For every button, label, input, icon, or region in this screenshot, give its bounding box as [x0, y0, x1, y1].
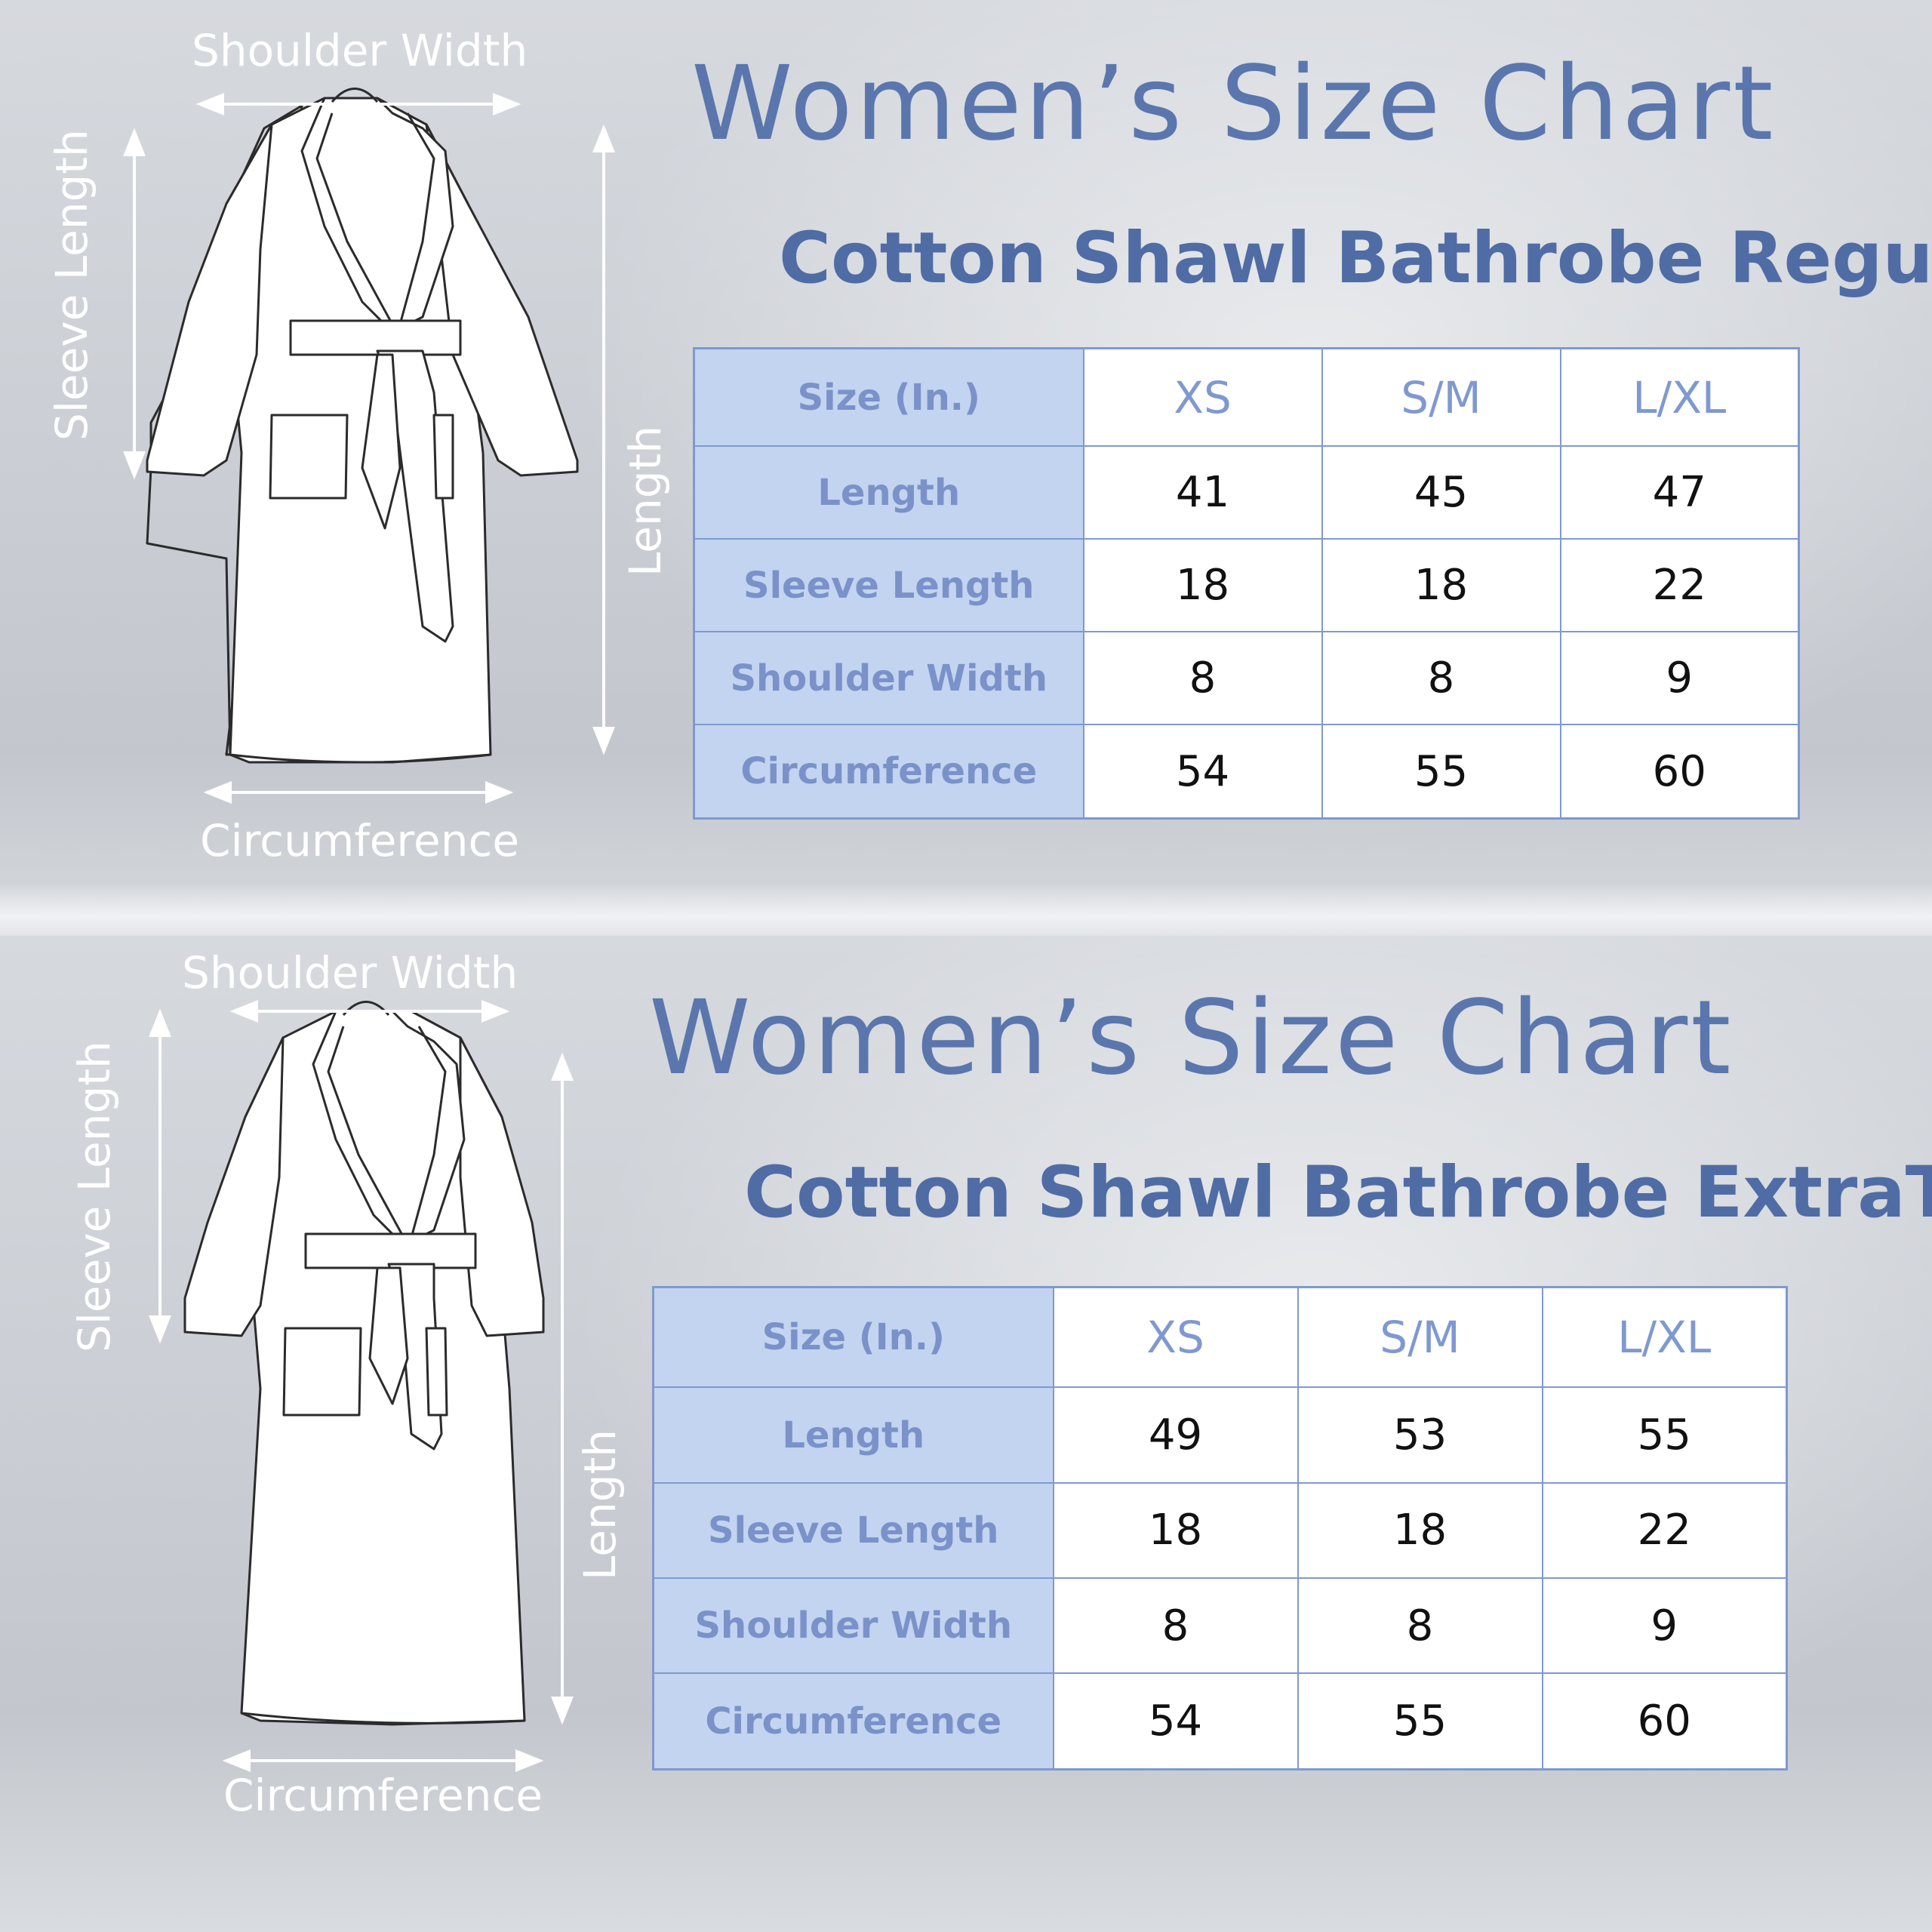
table-cell: 55	[1541, 1386, 1788, 1484]
circumference-label: Circumference	[223, 1770, 543, 1821]
column-header: L/XL	[1541, 1286, 1788, 1389]
size-table-regular: Size (In.) XS S/M L/XL Length 41 45 47 S…	[693, 347, 1800, 820]
table-cell: 47	[1559, 445, 1800, 540]
chart-title: Women’s Size Chart	[649, 979, 1734, 1098]
table-row: Length 49 53 55	[652, 1386, 1788, 1484]
table-header-row: Size (In.) XS S/M L/XL	[652, 1286, 1788, 1389]
table-row: Length 41 45 47	[693, 445, 1800, 540]
table-cell: 8	[1082, 631, 1323, 726]
row-label: Shoulder Width	[652, 1577, 1054, 1675]
table-cell: 8	[1052, 1577, 1299, 1675]
column-header: XS	[1052, 1286, 1299, 1389]
table-corner: Size (In.)	[693, 347, 1084, 448]
table-cell: 18	[1321, 538, 1561, 633]
table-row: Sleeve Length 18 18 22	[693, 538, 1800, 633]
robe-regular-diagram-icon	[123, 88, 615, 804]
row-label: Circumference	[693, 724, 1084, 820]
table-row: Shoulder Width 8 8 9	[652, 1577, 1788, 1675]
shoulder-width-label: Shoulder Width	[192, 25, 528, 76]
product-subtitle: Cotton Shawl Bathrobe Regular	[779, 217, 1932, 300]
table-cell: 8	[1321, 631, 1561, 726]
table-cell: 8	[1297, 1577, 1543, 1675]
table-cell: 54	[1052, 1672, 1299, 1770]
length-label: Length	[574, 1429, 626, 1580]
row-label: Circumference	[652, 1672, 1054, 1770]
size-chart-panel-regular: Shoulder Width Sleeve Length Length Circ…	[0, 0, 1932, 966]
row-label: Sleeve Length	[693, 538, 1084, 633]
column-header: S/M	[1321, 347, 1561, 448]
row-label: Sleeve Length	[652, 1481, 1054, 1579]
size-table-extratall: Size (In.) XS S/M L/XL Length 49 53 55 S…	[652, 1286, 1788, 1770]
table-cell: 54	[1082, 724, 1323, 820]
column-header: S/M	[1297, 1286, 1543, 1389]
table-cell: 45	[1321, 445, 1561, 540]
table-cell: 18	[1052, 1481, 1299, 1579]
table-cell: 41	[1082, 445, 1323, 540]
length-label: Length	[620, 425, 671, 577]
row-label: Length	[693, 445, 1084, 540]
table-cell: 9	[1559, 631, 1800, 726]
table-cell: 22	[1559, 538, 1800, 633]
table-cell: 55	[1297, 1672, 1543, 1770]
table-row: Sleeve Length 18 18 22	[652, 1481, 1788, 1579]
column-header: L/XL	[1559, 347, 1800, 448]
table-cell: 60	[1541, 1672, 1788, 1770]
row-label: Length	[652, 1386, 1054, 1484]
table-cell: 22	[1541, 1481, 1788, 1579]
table-cell: 55	[1321, 724, 1561, 820]
table-cell: 60	[1559, 724, 1800, 820]
circumference-label: Circumference	[200, 815, 520, 866]
row-label: Shoulder Width	[693, 631, 1084, 726]
table-cell: 9	[1541, 1577, 1788, 1675]
table-header-row: Size (In.) XS S/M L/XL	[693, 347, 1800, 448]
product-subtitle: Cotton Shawl Bathrobe ExtraTall	[744, 1152, 1932, 1234]
size-chart-panel-extratall: Shoulder Width Sleeve Length Length Circ…	[0, 936, 1932, 1932]
table-cell: 49	[1052, 1386, 1299, 1484]
table-cell: 18	[1297, 1481, 1543, 1579]
table-row: Circumference 54 55 60	[652, 1672, 1788, 1770]
table-row: Circumference 54 55 60	[693, 724, 1800, 820]
table-corner: Size (In.)	[652, 1286, 1054, 1389]
chart-title: Women’s Size Chart	[691, 45, 1777, 164]
column-header: XS	[1082, 347, 1323, 448]
shoulder-width-label: Shoulder Width	[182, 947, 518, 998]
table-cell: 18	[1082, 538, 1323, 633]
table-row: Shoulder Width 8 8 9	[693, 631, 1800, 726]
sleeve-length-label: Sleeve Length	[69, 1041, 120, 1352]
sleeve-length-label: Sleeve Length	[46, 129, 97, 441]
table-cell: 53	[1297, 1386, 1543, 1484]
